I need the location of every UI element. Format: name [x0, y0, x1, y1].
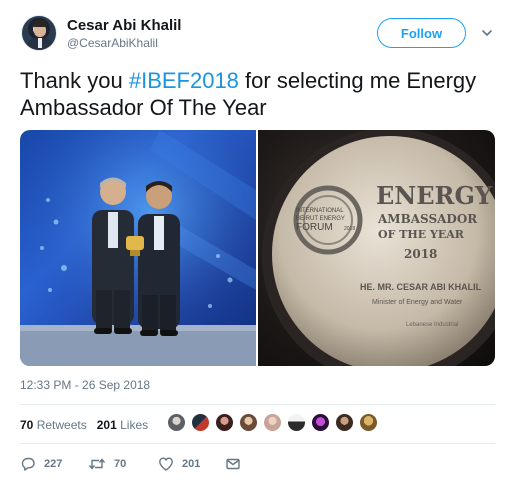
like-action[interactable]: 201: [158, 456, 200, 472]
tweet-text: Thank you #IBEF2018 for selecting me Ene…: [20, 67, 490, 121]
liker-avatars: [167, 413, 383, 433]
award-footer: Lebanese Industrial: [406, 322, 458, 328]
liker-avatar[interactable]: [335, 413, 354, 432]
award-photo[interactable]: INTERNATIONAL BEIRUT ENERGY FORUM 2018 E…: [258, 130, 495, 366]
likes-label[interactable]: Likes: [120, 418, 148, 432]
envelope-icon: [226, 458, 240, 470]
hashtag-link[interactable]: #IBEF2018: [129, 68, 239, 93]
engagement-stats: 70 Retweets 201 Likes: [20, 418, 148, 432]
retweet-icon: [88, 458, 106, 470]
award-logo-line1: INTERNATIONAL: [296, 208, 344, 214]
avatar[interactable]: [21, 15, 57, 51]
liker-avatar[interactable]: [311, 413, 330, 432]
award-recipient: HE. MR. CESAR ABI KHALIL: [360, 282, 482, 292]
retweet-count: 70: [114, 458, 127, 470]
award-title-line3: OF THE YEAR: [378, 228, 465, 241]
retweet-action[interactable]: 70: [88, 456, 126, 472]
liker-avatar[interactable]: [239, 413, 258, 432]
award-title-line1: ENERGY: [376, 181, 493, 210]
user-name[interactable]: Cesar Abi Khalil: [67, 17, 181, 34]
award-logo-line3: FORUM: [296, 222, 333, 233]
tweet-media[interactable]: INTERNATIONAL BEIRUT ENERGY FORUM 2018 E…: [20, 130, 495, 366]
tweet-actions: 227 70 201: [20, 456, 280, 476]
retweets-label[interactable]: Retweets: [37, 418, 87, 432]
reply-icon: [21, 457, 35, 471]
award-logo-year: 2018: [344, 226, 355, 232]
liker-avatar[interactable]: [191, 413, 210, 432]
liker-avatar[interactable]: [287, 413, 306, 432]
reply-count: 227: [44, 458, 63, 470]
tweet-timestamp[interactable]: 12:33 PM - 26 Sep 2018: [20, 378, 150, 392]
follow-button[interactable]: Follow: [377, 18, 466, 48]
tweet-header: Cesar Abi Khalil @CesarAbiKhalil Follow: [0, 0, 508, 64]
ceremony-photo-illustration: [20, 130, 256, 366]
likes-count[interactable]: 201: [97, 418, 117, 432]
user-handle[interactable]: @CesarAbiKhalil: [67, 36, 158, 50]
direct-message-action[interactable]: [225, 456, 249, 472]
reply-action[interactable]: 227: [20, 456, 62, 472]
liker-avatar[interactable]: [359, 413, 378, 432]
award-plaque-illustration: INTERNATIONAL BEIRUT ENERGY FORUM 2018 E…: [262, 130, 495, 366]
retweets-count[interactable]: 70: [20, 418, 33, 432]
liker-avatar[interactable]: [167, 413, 186, 432]
liker-avatar[interactable]: [215, 413, 234, 432]
award-year: 2018: [404, 247, 437, 261]
award-title-line2: AMBASSADOR: [377, 212, 478, 226]
award-role: Minister of Energy and Water: [372, 299, 463, 306]
divider: [20, 404, 495, 405]
heart-icon: [159, 457, 173, 471]
chevron-down-icon[interactable]: [480, 26, 494, 40]
divider: [20, 443, 495, 444]
tweet-text-before: Thank you: [20, 68, 129, 93]
like-count: 201: [182, 458, 201, 470]
liker-avatar[interactable]: [263, 413, 282, 432]
ceremony-photo[interactable]: [20, 130, 256, 366]
